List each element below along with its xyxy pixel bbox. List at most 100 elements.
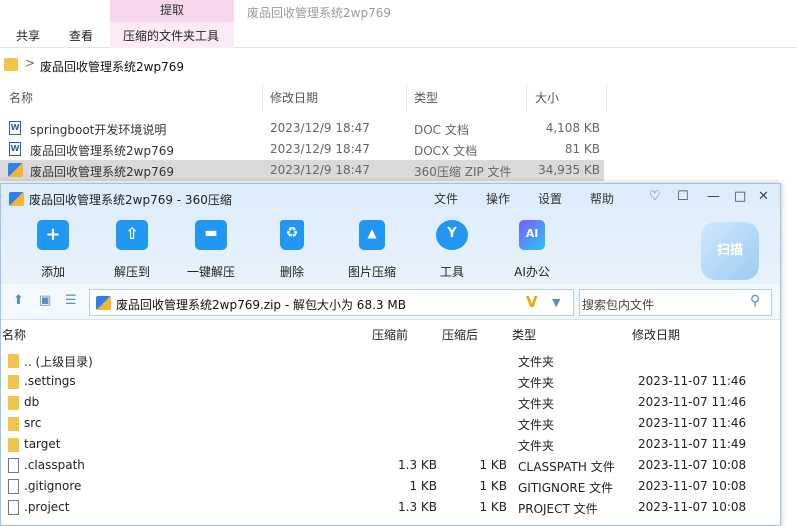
view-details-icon[interactable]: ▣ — [39, 293, 51, 308]
column-divider[interactable] — [526, 84, 527, 112]
item-size-after: 1 KB — [479, 458, 507, 472]
scan-button[interactable]: 扫描 — [701, 222, 759, 280]
item-size-after: 1 KB — [479, 500, 507, 514]
close-icon[interactable]: ✕ — [758, 189, 769, 204]
item-modified: 2023-11-07 10:08 — [638, 479, 747, 493]
zip-column-header-before[interactable]: 压缩前 — [372, 326, 408, 343]
menu-help[interactable]: 帮助 — [590, 190, 614, 207]
search-placeholder: 搜索包内文件 — [582, 298, 655, 312]
skin-icon[interactable]: ♡ — [649, 189, 661, 204]
chevron-down-icon[interactable]: ▼ — [552, 296, 560, 309]
file-size: 34,935 KB — [538, 163, 600, 177]
item-modified: 2023-11-07 11:46 — [638, 395, 747, 409]
zip-window: 废品回收管理系统2wp769 - 360压缩 文件 操作 设置 帮助 ♡ ☐ —… — [0, 183, 781, 526]
file-row-selected[interactable]: 废品回收管理系统2wp769 2023/12/9 18:47 360压缩 ZIP… — [0, 160, 604, 181]
list-item[interactable]: .classpath 1.3 KB 1 KB CLASSPATH 文件 2023… — [1, 455, 780, 476]
list-item[interactable]: db 文件夹 2023-11-07 11:46 — [1, 392, 780, 413]
ai-office-label: AI办公 — [514, 265, 550, 279]
column-divider[interactable] — [606, 84, 607, 112]
image-compress-label: 图片压缩 — [347, 265, 396, 279]
folder-icon — [8, 438, 19, 452]
image-compress-icon: ▲ — [359, 220, 385, 250]
search-input[interactable]: 搜索包内文件 ⚲ — [579, 289, 772, 316]
item-name: .gitignore — [24, 479, 82, 493]
file-modified: 2023/12/9 18:47 — [270, 121, 370, 135]
tools-icon: Y — [436, 220, 468, 250]
archive-path-field[interactable]: 废品回收管理系统2wp769.zip - 解包大小为 68.3 MB V ▼ — [89, 289, 574, 316]
view-list-icon[interactable]: ☰ — [65, 293, 77, 308]
item-type: 文件夹 — [518, 418, 555, 432]
word-doc-icon: W — [9, 121, 21, 135]
list-item[interactable]: .. (上级目录) 文件夹 — [1, 350, 780, 371]
one-click-extract-button[interactable]: ▬ 一键解压 — [181, 220, 241, 280]
item-name: .project — [24, 500, 70, 514]
zip-column-header-modified[interactable]: 修改日期 — [632, 326, 680, 343]
item-name: .. (上级目录) — [24, 355, 93, 369]
zip-nav-bar: ⬆ ▣ ☰ 废品回收管理系统2wp769.zip - 解包大小为 68.3 MB… — [1, 284, 780, 320]
file-modified: 2023/12/9 18:47 — [270, 142, 370, 156]
delete-icon: ♻ — [280, 220, 304, 250]
list-item[interactable]: .settings 文件夹 2023-11-07 11:46 — [1, 371, 780, 392]
tab-compressed-folder-tools[interactable]: 压缩的文件夹工具 — [123, 27, 219, 44]
file-type: DOC 文档 — [414, 123, 469, 137]
item-type: PROJECT 文件 — [518, 502, 598, 516]
list-item[interactable]: src 文件夹 2023-11-07 11:46 — [1, 413, 780, 434]
v-badge-icon[interactable]: V — [526, 293, 538, 311]
zip-archive-icon — [8, 163, 23, 177]
file-type: DOCX 文档 — [414, 144, 478, 158]
one-click-extract-label: 一键解压 — [186, 265, 235, 279]
folder-icon — [8, 396, 19, 410]
add-label: 添加 — [40, 265, 65, 279]
column-header-name[interactable]: 名称 — [9, 84, 33, 112]
column-header-type[interactable]: 类型 — [414, 84, 438, 112]
file-row[interactable]: W springboot开发环境说明 2023/12/9 18:47 DOC 文… — [0, 118, 604, 139]
file-row[interactable]: W 废品回收管理系统2wp769 2023/12/9 18:47 DOCX 文档… — [0, 139, 604, 160]
tab-extract[interactable]: 提取 — [110, 0, 234, 22]
address-bar[interactable]: > 废品回收管理系统2wp769 — [0, 54, 797, 78]
column-divider[interactable] — [262, 84, 263, 112]
image-compress-button[interactable]: ▲ 图片压缩 — [342, 220, 402, 280]
column-header-size[interactable]: 大小 — [535, 84, 559, 112]
file-icon — [8, 479, 19, 494]
list-item[interactable]: target 文件夹 2023-11-07 11:49 — [1, 434, 780, 455]
file-name: springboot开发环境说明 — [30, 123, 167, 137]
tools-button[interactable]: Y 工具 — [422, 220, 482, 280]
file-modified: 2023/12/9 18:47 — [270, 163, 370, 177]
file-name: 废品回收管理系统2wp769 — [30, 165, 174, 179]
zip-column-header-after[interactable]: 压缩后 — [442, 326, 478, 343]
folder-icon — [4, 58, 18, 71]
item-type: 文件夹 — [518, 355, 555, 369]
column-header-modified[interactable]: 修改日期 — [270, 84, 318, 112]
search-icon[interactable]: ⚲ — [750, 293, 760, 309]
item-size-before: 1.3 KB — [398, 500, 437, 514]
file-size: 4,108 KB — [545, 121, 600, 135]
up-arrow-icon[interactable]: ⬆ — [13, 293, 24, 308]
feedback-icon[interactable]: ☐ — [677, 189, 689, 204]
chevron-right-icon[interactable]: > — [25, 56, 35, 70]
list-item[interactable]: .gitignore 1 KB 1 KB GITIGNORE 文件 2023-1… — [1, 476, 780, 497]
item-size-before: 1 KB — [409, 479, 437, 493]
column-divider[interactable] — [406, 84, 407, 112]
360-zip-logo-icon — [9, 192, 24, 206]
menu-operation[interactable]: 操作 — [486, 190, 510, 207]
word-doc-icon: W — [9, 142, 21, 156]
address-path[interactable]: 废品回收管理系统2wp769 — [40, 58, 184, 75]
list-item[interactable]: .project 1.3 KB 1 KB PROJECT 文件 2023-11-… — [1, 497, 780, 518]
tab-share[interactable]: 共享 — [16, 27, 40, 44]
extract-to-label: 解压到 — [113, 265, 150, 279]
folder-icon — [8, 417, 19, 431]
menu-settings[interactable]: 设置 — [538, 190, 562, 207]
minimize-icon[interactable]: — — [707, 189, 720, 204]
menu-file[interactable]: 文件 — [434, 190, 458, 207]
maximize-icon[interactable]: □ — [734, 189, 746, 204]
extract-to-button[interactable]: ⇧ 解压到 — [102, 220, 162, 280]
zip-column-header-name[interactable]: 名称 — [2, 326, 26, 343]
item-name: .settings — [24, 374, 76, 388]
zip-column-header-type[interactable]: 类型 — [512, 326, 536, 343]
delete-button[interactable]: ♻ 删除 — [262, 220, 322, 280]
file-icon — [8, 458, 19, 473]
folder-icon — [8, 375, 19, 389]
add-button[interactable]: + 添加 — [23, 220, 83, 280]
ai-office-button[interactable]: AI AI办公 — [502, 220, 562, 280]
tab-view[interactable]: 查看 — [69, 27, 93, 44]
